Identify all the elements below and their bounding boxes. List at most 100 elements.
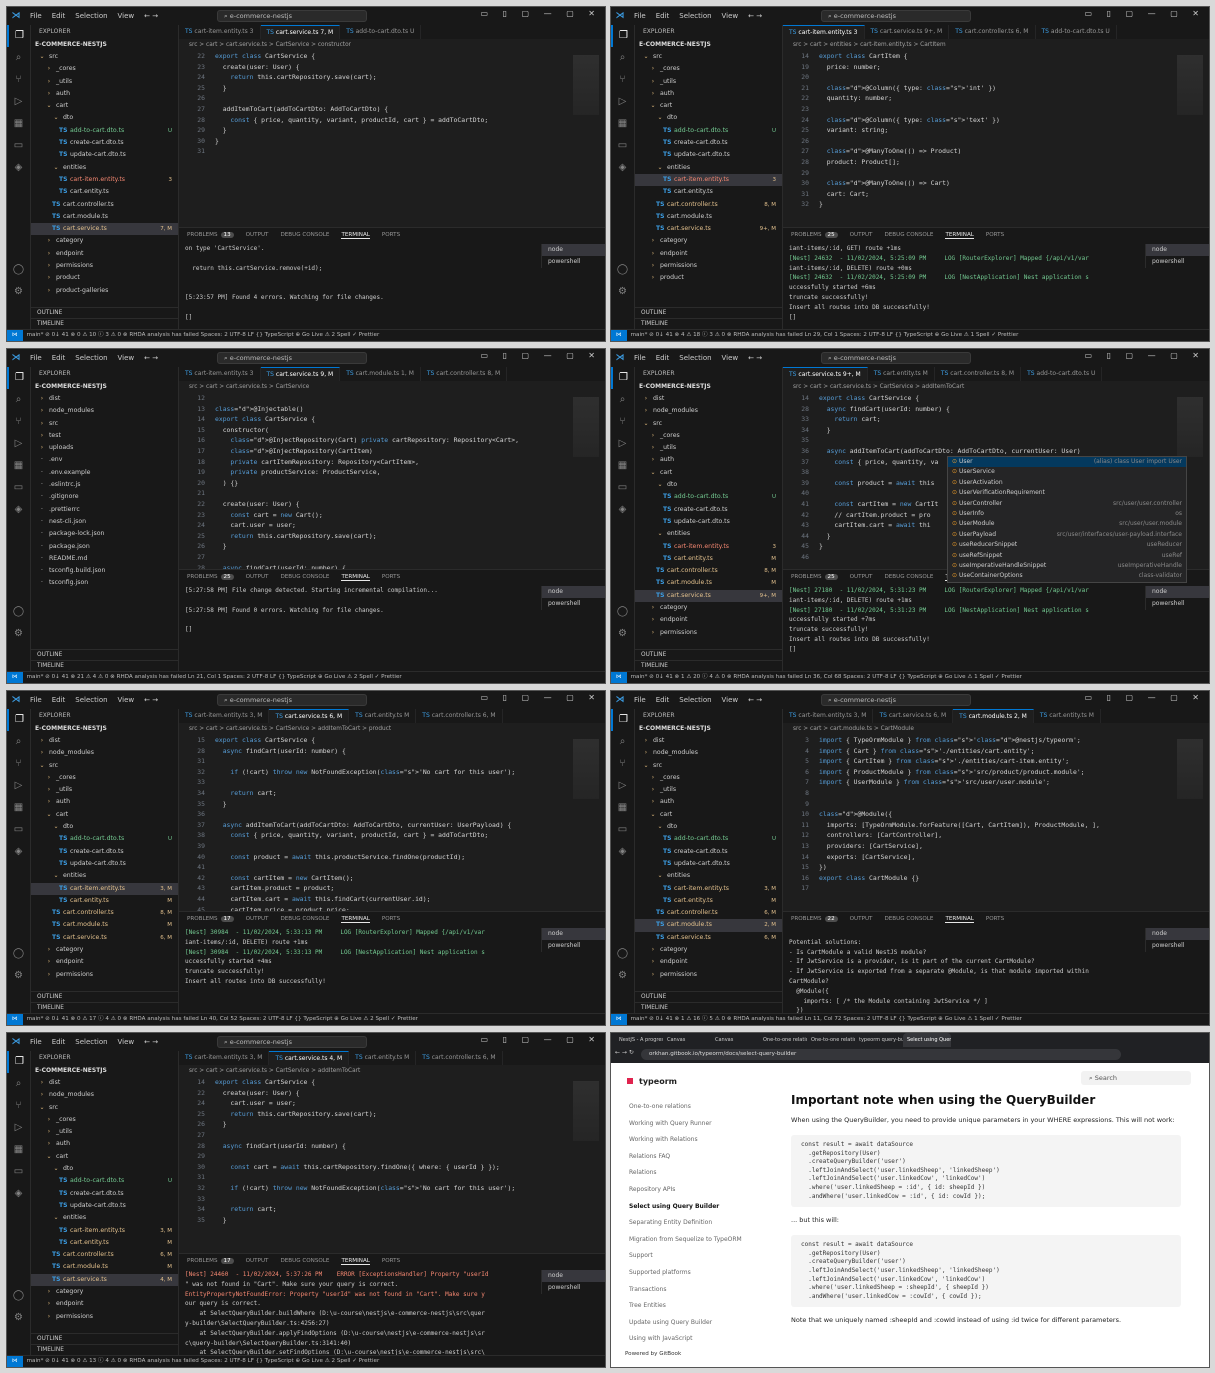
remote-icon[interactable]: ▭ xyxy=(7,1161,30,1183)
run-debug-icon[interactable]: ▷ xyxy=(611,433,634,455)
timeline-section[interactable]: TIMELINE xyxy=(31,1344,178,1355)
tree-item[interactable]: TS cart.module.ts M xyxy=(31,1261,178,1273)
suggestion-item[interactable]: ⊙ useRefSnippet useRef xyxy=(948,551,1186,561)
tree-item[interactable]: › src xyxy=(31,418,178,430)
tree-item[interactable]: › endpoint xyxy=(635,956,782,968)
menu-file[interactable]: File xyxy=(634,354,646,362)
terminal-output[interactable]: [5:27:58 PM] File change detected. Start… xyxy=(185,586,539,671)
tree-item[interactable]: · package.json xyxy=(31,541,178,553)
command-center-search[interactable]: ⌕ e-commerce-nestjs xyxy=(217,10,367,22)
project-root[interactable]: E-COMMERCE-NESTJS xyxy=(31,1065,178,1077)
command-center-search[interactable]: ⌕ e-commerce-nestjs xyxy=(217,1036,367,1048)
tree-item[interactable]: · .env.example xyxy=(31,467,178,479)
tree-item[interactable]: › permissions xyxy=(635,627,782,639)
menu-selection[interactable]: Selection xyxy=(75,696,107,704)
nav-arrows-icon[interactable]: ← → xyxy=(144,696,158,704)
editor-tab[interactable]: TS cart.service.ts 4, M xyxy=(269,1051,350,1065)
search-icon[interactable]: ⌕ xyxy=(7,1073,30,1095)
run-debug-icon[interactable]: ▷ xyxy=(7,433,30,455)
panel-tab-problems[interactable]: PROBLEMS xyxy=(791,574,822,580)
tree-item[interactable]: ⌄ dto xyxy=(635,479,782,491)
remote-icon[interactable]: ▭ xyxy=(7,477,30,499)
command-center-search[interactable]: ⌕ e-commerce-nestjs xyxy=(821,352,971,364)
nav-arrows-icon[interactable]: ← → xyxy=(748,354,762,362)
tree-item[interactable]: ⌄ cart xyxy=(635,467,782,479)
terminal-output[interactable]: Potential solutions: - Is CartModule a va… xyxy=(789,928,1143,1013)
tree-item[interactable]: TS cart.service.ts 6, M xyxy=(31,932,178,944)
suggestion-item[interactable]: ⊙ UserService xyxy=(948,467,1186,477)
tree-item[interactable]: TS cart-item.entity.ts 3, M xyxy=(31,882,178,895)
account-icon[interactable]: ◯ xyxy=(611,943,634,965)
nav-arrows-icon[interactable]: ← → xyxy=(144,1038,158,1046)
source-control-icon[interactable]: ⑂ xyxy=(7,1095,30,1117)
tree-item[interactable]: TS cart.entity.ts M xyxy=(31,895,178,907)
tree-item[interactable]: TS cart.service.ts 6, M xyxy=(635,932,782,944)
tree-item[interactable]: TS cart.controller.ts 8, M xyxy=(635,565,782,577)
terminal-instance-node[interactable]: node xyxy=(1146,244,1209,256)
menu-selection[interactable]: Selection xyxy=(75,12,107,20)
nav-arrows-icon[interactable]: ← → xyxy=(748,696,762,704)
panel-tab-debug-console[interactable]: DEBUG CONSOLE xyxy=(884,574,933,580)
panel-tab-terminal[interactable]: TERMINAL xyxy=(341,232,370,239)
panel-tab-problems[interactable]: PROBLEMS xyxy=(791,916,822,922)
suggestion-item[interactable]: ⊙ UserInfo os xyxy=(948,509,1186,519)
account-icon[interactable]: ◯ xyxy=(7,601,30,623)
terminal-instance-powershell[interactable]: powershell xyxy=(542,598,605,610)
editor-tab[interactable]: TS add-to-cart.dto.ts U xyxy=(1021,367,1103,381)
docker-icon[interactable]: ◈ xyxy=(611,841,634,863)
tree-item[interactable]: › _utils xyxy=(635,784,782,796)
tree-item[interactable]: › product xyxy=(635,272,782,284)
tree-item[interactable]: · .env xyxy=(31,454,178,466)
nav-arrows-icon[interactable]: ← → xyxy=(748,12,762,20)
tree-item[interactable]: TS create-cart.dto.ts xyxy=(31,1188,178,1200)
panel-tab-problems[interactable]: PROBLEMS xyxy=(187,232,218,238)
tree-item[interactable]: ⌄ src xyxy=(635,51,782,63)
search-icon[interactable]: ⌕ xyxy=(7,731,30,753)
tree-item[interactable]: ⌄ cart xyxy=(31,1151,178,1163)
window-controls[interactable]: ▭ ▯ ▢ — ▢ ✕ xyxy=(1085,351,1206,360)
editor-tab[interactable]: TS cart.service.ts 9+, M xyxy=(865,25,950,39)
remote-icon[interactable]: ▭ xyxy=(611,135,634,157)
gear-icon[interactable]: ⚙ xyxy=(611,623,634,645)
panel-tab-ports[interactable]: PORTS xyxy=(986,232,1004,238)
timeline-section[interactable]: TIMELINE xyxy=(635,660,782,671)
browser-tab[interactable]: NestJS - A progressi xyxy=(615,1033,663,1047)
extensions-icon[interactable]: ▦ xyxy=(611,113,634,135)
extensions-icon[interactable]: ▦ xyxy=(7,455,30,477)
docs-nav-item[interactable]: Working with Relations xyxy=(629,1132,779,1149)
menu-edit[interactable]: Edit xyxy=(656,12,670,20)
docs-nav-item[interactable]: Repository APIs xyxy=(629,1182,779,1199)
editor-tab[interactable]: TS cart.module.ts 1, M xyxy=(340,367,421,381)
tree-item[interactable]: › dist xyxy=(31,393,178,405)
panel-tab-debug-console[interactable]: DEBUG CONSOLE xyxy=(280,232,329,238)
tree-item[interactable]: ⌄ dto xyxy=(635,112,782,124)
minimap[interactable] xyxy=(573,55,599,115)
menu-edit[interactable]: Edit xyxy=(52,1038,66,1046)
tree-item[interactable]: ⌄ src xyxy=(31,51,178,63)
terminal-instance-powershell[interactable]: powershell xyxy=(542,256,605,268)
tree-item[interactable]: TS update-cart.dto.ts xyxy=(31,1200,178,1212)
tree-item[interactable]: › permissions xyxy=(31,260,178,272)
tree-item[interactable]: › auth xyxy=(635,454,782,466)
editor-tab[interactable]: TS cart.service.ts 7, M xyxy=(260,25,341,39)
tree-item[interactable]: › _cores xyxy=(31,63,178,75)
panel-tab-terminal[interactable]: TERMINAL xyxy=(945,232,974,239)
search-icon[interactable]: ⌕ xyxy=(611,47,634,69)
terminal-instance-powershell[interactable]: powershell xyxy=(542,1282,605,1294)
tree-item[interactable]: TS cart.service.ts 4, M xyxy=(31,1273,178,1287)
tree-item[interactable]: › permissions xyxy=(635,260,782,272)
terminal-instance-node[interactable]: node xyxy=(1146,928,1209,940)
outline-section[interactable]: OUTLINE xyxy=(31,649,178,660)
editor-tab[interactable]: TS cart.service.ts 9, M xyxy=(260,367,341,381)
tree-item[interactable]: › node_modules xyxy=(31,1089,178,1101)
source-control-icon[interactable]: ⑂ xyxy=(611,69,634,91)
extensions-icon[interactable]: ▦ xyxy=(7,1139,30,1161)
editor-tab[interactable]: TS cart.service.ts 9+, M xyxy=(783,367,868,381)
outline-section[interactable]: OUTLINE xyxy=(31,307,178,318)
tree-item[interactable]: › _utils xyxy=(635,76,782,88)
source-control-icon[interactable]: ⑂ xyxy=(611,753,634,775)
docker-icon[interactable]: ◈ xyxy=(7,1183,30,1205)
tree-item[interactable]: TS cart.module.ts M xyxy=(31,919,178,931)
tree-item[interactable]: TS cart-item.entity.ts 3 xyxy=(635,173,782,187)
docs-nav-item[interactable]: Relations FAQ xyxy=(629,1149,779,1166)
